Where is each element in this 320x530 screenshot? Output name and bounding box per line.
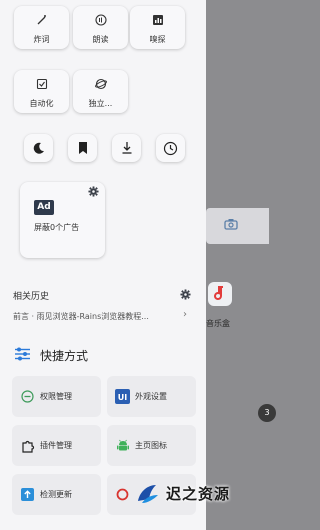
bookmark-icon [78, 142, 87, 154]
music-app-label: 音乐盒 [206, 319, 230, 328]
shortcut-label: 检测更新 [40, 490, 72, 499]
svg-text:UI: UI [118, 393, 127, 402]
download-icon [122, 142, 131, 154]
tool-automation-button[interactable]: 自动化 [14, 70, 69, 113]
camera-tile[interactable] [206, 208, 269, 244]
ad-settings-gear-icon[interactable] [88, 186, 99, 197]
plugin-icon [21, 440, 34, 453]
night-mode-button[interactable] [24, 134, 53, 162]
tool-read-aloud-button[interactable]: 朗读 [73, 6, 128, 49]
shortcut-label: 插件管理 [40, 441, 72, 450]
shortcut-plugin-button[interactable]: 插件管理 [12, 425, 101, 466]
permission-icon [21, 390, 34, 403]
sniff-chart-icon [152, 15, 163, 25]
camera-icon [224, 219, 238, 230]
automation-check-icon [36, 78, 47, 90]
tool-label: 炸词 [33, 35, 50, 44]
planet-icon [94, 78, 107, 90]
tool-label: 独立... [88, 99, 113, 108]
history-entry[interactable]: 前言 · 雨见浏览器-Rains浏览器教程... [13, 311, 183, 322]
ad-badge: Ad [34, 200, 54, 215]
shortcut-permission-button[interactable]: 权限管理 [12, 376, 101, 417]
chevron-right-icon[interactable]: › [183, 309, 187, 320]
history-clock-icon [163, 141, 178, 155]
ad-block-card[interactable]: Ad 屏蔽0个广告 [20, 182, 105, 258]
side-drawer: 炸词 朗读 嗅探 自动化 独立... Ad 屏蔽0个广告 相关历史 前言 · 雨… [0, 0, 206, 530]
shortcut-appearance-button[interactable]: UI 外观设置 [107, 376, 196, 417]
ui-appearance-icon: UI [115, 389, 130, 404]
music-app-icon[interactable] [208, 282, 232, 306]
tool-label: 自动化 [29, 99, 54, 108]
bookmark-button[interactable] [68, 134, 97, 162]
download-button[interactable] [112, 134, 141, 162]
shortcuts-title: 快捷方式 [40, 349, 89, 363]
update-icon [21, 488, 34, 501]
shortcut-label: 外观设置 [135, 392, 167, 401]
watermark-logo-icon [138, 485, 158, 503]
shortcut-homepage-icon-button[interactable]: 主页图标 [107, 425, 196, 466]
night-mode-icon [33, 142, 44, 154]
ad-block-count: 屏蔽0个广告 [34, 223, 80, 232]
edge-button[interactable]: 3 [258, 404, 276, 422]
shortcut-label: 权限管理 [40, 392, 72, 401]
history-title: 相关历史 [13, 292, 50, 302]
shortcut-update-button[interactable]: 检测更新 [12, 474, 101, 515]
tool-standalone-button[interactable]: 独立... [73, 70, 128, 113]
magic-wand-icon [37, 15, 46, 25]
tool-sniff-button[interactable]: 嗅探 [130, 6, 185, 49]
history-button[interactable] [156, 134, 185, 162]
android-icon [116, 439, 129, 450]
tool-label: 朗读 [92, 35, 109, 44]
watermark: 迟之资源 [126, 475, 256, 515]
read-aloud-icon [94, 14, 107, 26]
shortcut-label: 主页图标 [135, 441, 167, 450]
tool-zhaci-button[interactable]: 炸词 [14, 6, 69, 49]
watermark-text: 迟之资源 [166, 485, 231, 503]
shortcuts-sliders-icon [15, 347, 30, 361]
history-settings-gear-icon[interactable] [180, 289, 191, 300]
tool-label: 嗅探 [149, 35, 166, 44]
